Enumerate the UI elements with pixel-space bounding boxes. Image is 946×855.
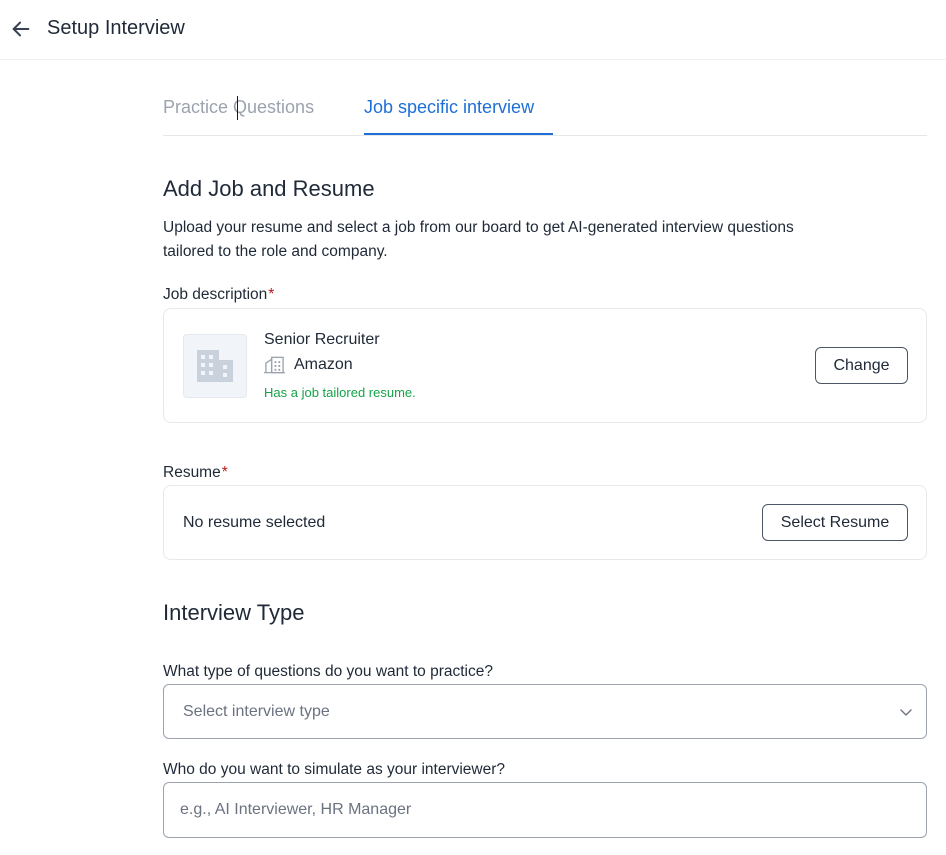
company-building-icon [264,356,285,374]
resume-label: Resume* [163,463,228,483]
company-name: Amazon [294,356,353,373]
question-type-label: What type of questions do you want to pr… [163,663,493,680]
resume-card: No resume selected Select Resume [163,485,927,560]
job-description-label: Job description* [163,285,274,305]
select-resume-button[interactable]: Select Resume [762,504,908,541]
required-asterisk: * [221,464,228,481]
interviewer-label: Who do you want to simulate as your inte… [163,761,506,778]
arrow-left-icon[interactable] [10,18,32,40]
required-asterisk: * [268,286,275,303]
chevron-down-icon [900,709,912,716]
interview-type-placeholder: Select interview type [183,703,330,720]
no-resume-text: No resume selected [183,514,326,531]
company-logo [183,334,247,398]
active-tab-indicator [364,133,553,135]
job-card: Senior Recruiter Amazon Has a job tailor… [163,308,927,423]
top-bar: Setup Interview [0,0,946,60]
job-title: Senior Recruiter [264,331,380,348]
job-description-label-text: Job description [163,286,268,303]
company-row: Amazon [264,355,353,375]
back-button[interactable] [8,16,34,42]
section-title-interview-type: Interview Type [163,600,305,625]
text-cursor [237,96,238,120]
tailored-resume-status: Has a job tailored resume. [264,385,416,400]
tab-job-specific-interview[interactable]: Job specific interview [364,96,534,118]
change-job-button[interactable]: Change [815,347,908,384]
resume-label-text: Resume [163,464,221,481]
page-title: Setup Interview [47,17,185,39]
section-title-add-job-resume: Add Job and Resume [163,176,375,201]
interview-type-select[interactable]: Select interview type [163,684,927,739]
building-icon [197,350,233,382]
interviewer-input[interactable] [163,782,927,838]
tab-practice-questions[interactable]: Practice Questions [163,96,314,118]
tab-bar: Practice Questions Job specific intervie… [163,86,927,136]
section-description: Upload your resume and select a job from… [163,219,794,260]
